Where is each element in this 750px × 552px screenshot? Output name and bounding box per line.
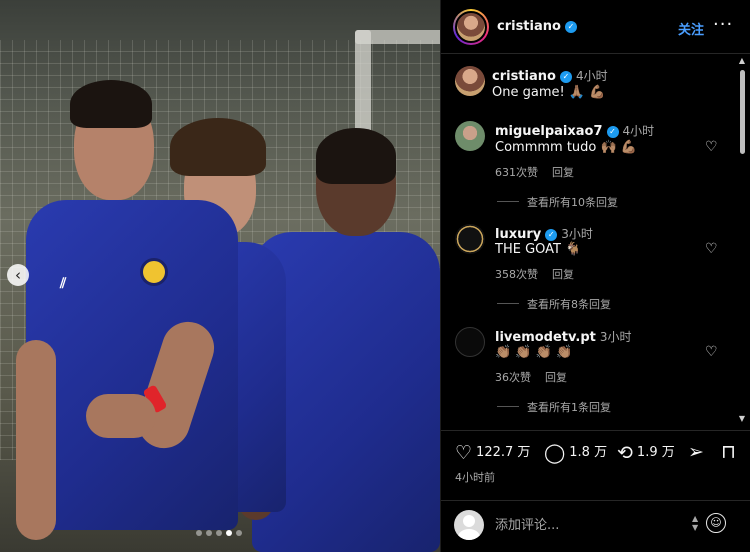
comment-count: 1.8 万	[569, 445, 608, 460]
comment-text: THE GOAT 🐐	[495, 242, 582, 257]
verified-icon: ✓	[606, 126, 619, 138]
comment-button[interactable]: ◯ 1.8 万	[544, 441, 607, 464]
verified-icon: ✓	[564, 21, 577, 33]
comment-like-heart-icon[interactable]: ♡	[705, 241, 718, 257]
share-button[interactable]: ➢	[688, 441, 708, 463]
comment-avatar[interactable]	[455, 121, 485, 151]
carousel-dot[interactable]	[196, 530, 202, 536]
caption-username[interactable]: cristiano	[492, 69, 556, 84]
comments-scrollbar[interactable]: ▲ ▼	[737, 56, 747, 426]
caption-avatar[interactable]	[455, 66, 485, 96]
repost-button[interactable]: ⟲ 1.9 万	[617, 441, 675, 464]
comment-like-heart-icon[interactable]: ♡	[705, 139, 718, 155]
reply-button[interactable]: 回复	[552, 268, 574, 281]
post-photo: ⫽ ‹	[0, 0, 440, 552]
view-replies-button[interactable]: 查看所有1条回复	[497, 399, 611, 415]
post-side-panel: cristiano ✓ 关注 ··· cristiano ✓ 4小时 One game…	[440, 0, 750, 552]
repost-icon: ⟲	[617, 442, 633, 464]
carousel-dot[interactable]	[216, 530, 222, 536]
author-username-link[interactable]: cristiano ✓	[497, 19, 577, 34]
view-replies-button[interactable]: 查看所有8条回复	[497, 296, 611, 312]
player-main-hand	[86, 394, 156, 438]
carousel-dot[interactable]	[206, 530, 212, 536]
like-button[interactable]: ♡ 122.7 万	[455, 441, 530, 464]
comment-likes[interactable]: 36次赞	[495, 371, 531, 384]
post-actions: ♡ 122.7 万 ◯ 1.8 万 ⟲ 1.9 万 ➢ ⊓ 4小时前	[441, 430, 750, 500]
scroll-up-icon[interactable]: ▲	[737, 56, 747, 65]
like-count: 122.7 万	[476, 445, 531, 460]
comment-composer: ▲▼ ☺	[441, 500, 750, 552]
comment-time: 3小时	[599, 330, 632, 344]
comment-input[interactable]	[495, 515, 675, 535]
reply-button[interactable]: 回复	[545, 371, 567, 384]
comment-text: 👏🏽 👏🏽 👏🏽 👏🏽	[495, 345, 573, 360]
bookmark-icon: ⊓	[721, 441, 736, 463]
repost-count: 1.9 万	[636, 445, 675, 460]
comment-avatar[interactable]	[455, 224, 485, 254]
post-header: cristiano ✓ 关注 ···	[441, 0, 750, 54]
verified-icon: ✓	[545, 229, 558, 241]
carousel-dots	[196, 530, 242, 536]
player-main-hair	[70, 80, 152, 128]
carousel-dot-active[interactable]	[226, 530, 232, 536]
comment-time: 4小时	[622, 124, 655, 138]
more-icon[interactable]: ···	[713, 14, 733, 35]
stepper-icon[interactable]: ▲ ▼	[692, 514, 698, 532]
comment-header: luxury ✓ 3小时	[495, 225, 593, 242]
send-icon: ➢	[688, 441, 704, 463]
player-middle-hair	[170, 118, 266, 176]
caption-time: 4小时	[575, 69, 608, 83]
adidas-logo-icon: ⫽	[60, 276, 67, 292]
comment-meta: 631次赞 回复	[495, 164, 588, 180]
scroll-down-icon[interactable]: ▼	[737, 414, 747, 423]
caption-header: cristiano ✓ 4小时	[492, 67, 608, 84]
scrollbar-thumb[interactable]	[740, 70, 745, 154]
heart-icon: ♡	[455, 442, 473, 464]
comment-meta: 358次赞 回复	[495, 266, 588, 282]
follow-button[interactable]: 关注	[678, 19, 704, 38]
chevron-left-icon: ‹	[15, 266, 21, 284]
comment-username[interactable]: luxury	[495, 227, 541, 242]
comments-list[interactable]: cristiano ✓ 4小时 One game! 🙏🏽 💪🏽 miguelpaix…	[441, 55, 737, 425]
comment-username[interactable]: livemodetv.pt	[495, 330, 596, 345]
comment-username[interactable]: miguelpaixao7	[495, 124, 603, 139]
comment-meta: 36次赞 回复	[495, 369, 581, 385]
comment-time: 3小时	[561, 227, 593, 241]
caption-text: One game! 🙏🏽 💪🏽	[492, 85, 606, 100]
emoji-icon[interactable]: ☺	[706, 513, 726, 533]
author-avatar[interactable]	[453, 9, 489, 45]
verified-icon: ✓	[559, 71, 572, 83]
player-main-left-arm	[16, 340, 56, 540]
author-username: cristiano	[497, 19, 561, 34]
comment-likes[interactable]: 358次赞	[495, 268, 538, 281]
current-user-avatar-icon	[454, 510, 484, 540]
comment-likes[interactable]: 631次赞	[495, 166, 538, 179]
player-back-hair	[316, 128, 396, 184]
comment-text: Commmm tudo 🙌🏽 💪🏽	[495, 140, 637, 155]
comment-icon: ◯	[544, 442, 566, 464]
view-replies-button[interactable]: 查看所有10条回复	[497, 194, 618, 210]
comment-header: livemodetv.pt 3小时	[495, 328, 632, 345]
comment-like-heart-icon[interactable]: ♡	[705, 344, 718, 360]
carousel-prev-button[interactable]: ‹	[7, 264, 29, 286]
comment-avatar[interactable]	[455, 327, 485, 357]
post-timestamp: 4小时前	[455, 471, 495, 484]
club-crest-icon	[140, 258, 168, 286]
save-button[interactable]: ⊓	[721, 441, 740, 463]
reply-button[interactable]: 回复	[552, 166, 574, 179]
comment-header: miguelpaixao7 ✓ 4小时	[495, 122, 654, 139]
carousel-dot[interactable]	[236, 530, 242, 536]
avatar-icon	[455, 11, 487, 43]
